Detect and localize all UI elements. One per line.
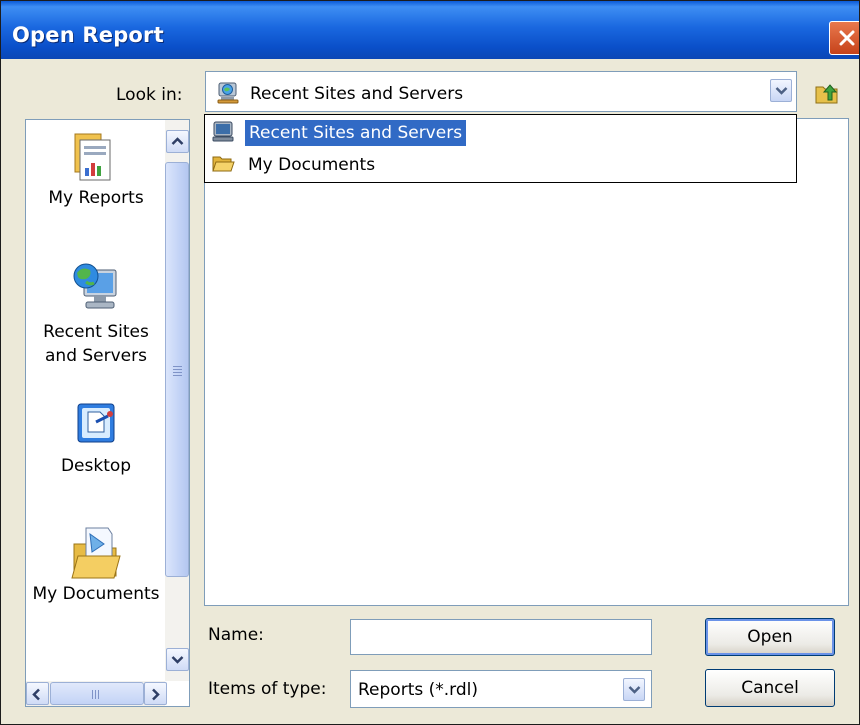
place-label: Recent Sites and Servers <box>43 322 149 366</box>
dropdown-item-label: My Documents <box>248 155 376 175</box>
place-label: Desktop <box>60 456 132 476</box>
folder-open-icon <box>212 156 235 172</box>
my-documents-icon <box>71 527 121 579</box>
globe-monitor-icon <box>73 263 117 309</box>
places-bar: My Reports Recent Sites and Servers Desk… <box>25 119 190 707</box>
chevron-down-icon <box>775 87 788 95</box>
items-of-type-dropdown-button[interactable] <box>623 678 645 701</box>
vertical-scroll-thumb[interactable] <box>165 162 189 577</box>
place-label: My Reports <box>48 188 144 208</box>
dropdown-item-my-documents[interactable]: My Documents <box>207 149 794 179</box>
look-in-dropdown-button[interactable] <box>770 79 792 102</box>
place-label: My Documents <box>32 584 160 604</box>
file-list[interactable] <box>204 118 849 606</box>
name-label: Name: <box>208 625 264 645</box>
dropdown-item-recent-sites-and-servers[interactable]: Recent Sites and Servers <box>207 117 794 147</box>
open-report-dialog: Open Report Look in: Recent Sites and Se… <box>0 0 860 725</box>
reports-folder-icon <box>74 133 111 181</box>
server-globe-icon <box>217 82 239 104</box>
horizontal-scroll-thumb[interactable] <box>50 682 144 705</box>
chevron-down-icon <box>628 686 641 694</box>
items-of-type-value: Reports (*.rdl) <box>358 680 478 700</box>
place-my-reports[interactable]: My Reports <box>26 130 166 210</box>
close-icon <box>839 30 855 46</box>
place-desktop[interactable]: Desktop <box>26 398 166 478</box>
chevron-left-icon <box>32 688 40 701</box>
look-in-combobox[interactable]: Recent Sites and Servers <box>205 71 797 112</box>
cancel-button[interactable]: Cancel <box>705 669 835 707</box>
items-of-type-combobox[interactable]: Reports (*.rdl) <box>350 670 652 708</box>
dropdown-item-label: Recent Sites and Servers <box>245 120 467 146</box>
open-button[interactable]: Open <box>705 618 835 656</box>
chevron-right-icon <box>152 688 160 701</box>
chevron-up-icon <box>171 137 184 145</box>
window-title: Open Report <box>12 23 164 47</box>
server-icon <box>212 121 234 142</box>
chevron-down-icon <box>171 656 184 664</box>
title-bar[interactable]: Open Report <box>1 1 859 59</box>
place-my-documents[interactable]: My Documents <box>26 522 166 606</box>
close-button[interactable] <box>829 21 859 55</box>
look-in-label: Look in: <box>116 85 183 105</box>
grip-icon <box>173 366 182 378</box>
desktop-icon <box>77 403 115 443</box>
scroll-right-button[interactable] <box>144 682 167 705</box>
place-recent-sites-and-servers[interactable]: Recent Sites and Servers <box>26 256 166 368</box>
items-of-type-label: Items of type: <box>208 679 327 699</box>
scroll-left-button[interactable] <box>26 682 49 705</box>
scroll-down-button[interactable] <box>166 648 189 671</box>
up-one-level-icon[interactable] <box>814 81 840 105</box>
name-input[interactable] <box>350 619 652 655</box>
look-in-dropdown-list[interactable]: Recent Sites and Servers My Documents <box>204 114 797 183</box>
grip-icon <box>92 690 101 699</box>
look-in-value: Recent Sites and Servers <box>250 84 464 104</box>
places-horizontal-scrollbar[interactable] <box>26 681 167 706</box>
scroll-up-button[interactable] <box>166 130 189 153</box>
